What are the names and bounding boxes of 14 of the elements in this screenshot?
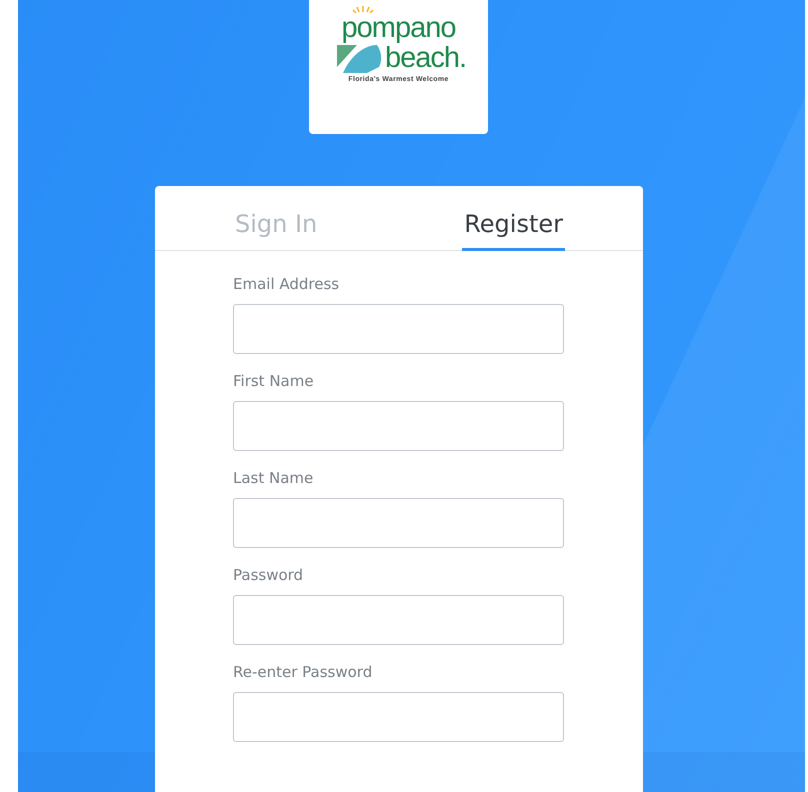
sun-icon bbox=[352, 6, 374, 13]
input-field[interactable] bbox=[233, 401, 564, 451]
logo-wordmark: beach. bbox=[384, 43, 466, 73]
input-field[interactable] bbox=[233, 692, 564, 742]
field-label: Email Address bbox=[233, 275, 340, 295]
field-label: Re-enter Password bbox=[233, 663, 374, 683]
tab[interactable]: Register bbox=[462, 186, 565, 251]
field-label: Password bbox=[233, 566, 304, 586]
input-field[interactable] bbox=[233, 595, 564, 645]
field-label: First Name bbox=[233, 372, 315, 392]
field-label: Last Name bbox=[233, 469, 314, 489]
input-field[interactable] bbox=[233, 304, 564, 354]
input-field[interactable] bbox=[233, 498, 564, 548]
logo-wordmark: pompano bbox=[342, 13, 456, 43]
